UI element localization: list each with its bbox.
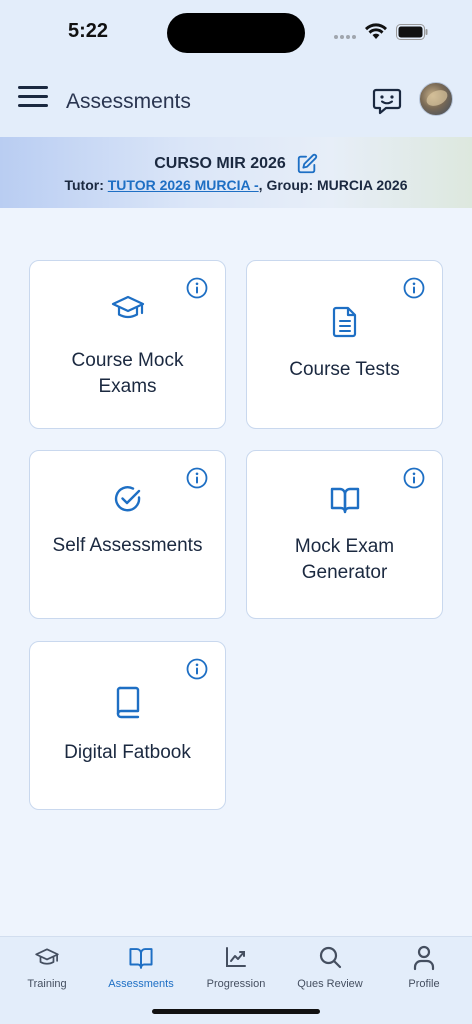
card-label: Course Tests bbox=[289, 359, 400, 380]
course-name: CURSO MIR 2026 bbox=[154, 155, 286, 172]
user-icon bbox=[377, 945, 471, 971]
cellular-signal-icon bbox=[334, 35, 358, 41]
card-label: Mock Exam Generator bbox=[294, 536, 395, 583]
edit-icon[interactable] bbox=[296, 153, 318, 175]
app-header: Assessments bbox=[0, 64, 472, 137]
battery-icon bbox=[396, 24, 428, 40]
check-circle-icon bbox=[30, 484, 225, 514]
card-label: Digital Fatbook bbox=[64, 742, 191, 763]
nav-label: Training bbox=[27, 978, 67, 990]
card-label: Self Assessments bbox=[52, 535, 203, 556]
nav-label: Profile bbox=[408, 978, 440, 990]
nav-ques-review[interactable]: Ques Review bbox=[283, 937, 377, 1007]
tutor-prefix: Tutor: bbox=[64, 177, 108, 193]
document-icon bbox=[247, 305, 442, 339]
dynamic-island bbox=[167, 13, 305, 53]
nav-label: Ques Review bbox=[297, 978, 363, 990]
card-self-assessments[interactable]: Self Assessments bbox=[29, 450, 226, 619]
card-course-tests[interactable]: Course Tests bbox=[246, 260, 443, 429]
nav-label: Assessments bbox=[108, 978, 174, 990]
info-icon[interactable] bbox=[403, 277, 425, 299]
tutor-group-line: Tutor: TUTOR 2026 MURCIA -, Group: MURCI… bbox=[0, 177, 472, 193]
graduation-cap-icon bbox=[30, 291, 225, 327]
chat-icon[interactable] bbox=[371, 85, 403, 117]
card-digital-fatbook[interactable]: Digital Fatbook bbox=[29, 641, 226, 810]
status-time: 5:22 bbox=[68, 20, 109, 42]
menu-button[interactable] bbox=[18, 86, 48, 112]
open-book-icon bbox=[247, 485, 442, 515]
open-book-icon bbox=[94, 945, 188, 971]
search-icon bbox=[283, 945, 377, 969]
nav-profile[interactable]: Profile bbox=[377, 937, 471, 1007]
info-icon[interactable] bbox=[186, 658, 208, 680]
nav-assessments[interactable]: Assessments bbox=[94, 937, 188, 1007]
nav-progression[interactable]: Progression bbox=[189, 937, 283, 1007]
book-icon bbox=[30, 685, 225, 719]
avatar[interactable] bbox=[419, 82, 453, 116]
nav-training[interactable]: Training bbox=[0, 937, 94, 1007]
course-banner: CURSO MIR 2026 Tutor: TUTOR 2026 MURCIA … bbox=[0, 137, 472, 208]
chart-icon bbox=[189, 945, 283, 969]
card-course-mock-exams[interactable]: Course Mock Exams bbox=[29, 260, 226, 429]
page-title: Assessments bbox=[66, 90, 191, 113]
tutor-link[interactable]: TUTOR 2026 MURCIA - bbox=[108, 177, 259, 193]
graduation-cap-icon bbox=[0, 945, 94, 971]
home-indicator bbox=[152, 1009, 320, 1014]
group-text: , Group: MURCIA 2026 bbox=[258, 177, 408, 193]
wifi-icon bbox=[365, 23, 387, 39]
card-label: Course Mock Exams bbox=[71, 350, 184, 397]
card-mock-exam-generator[interactable]: Mock Exam Generator bbox=[246, 450, 443, 619]
status-bar: 5:22 bbox=[0, 0, 472, 64]
nav-label: Progression bbox=[206, 978, 266, 990]
